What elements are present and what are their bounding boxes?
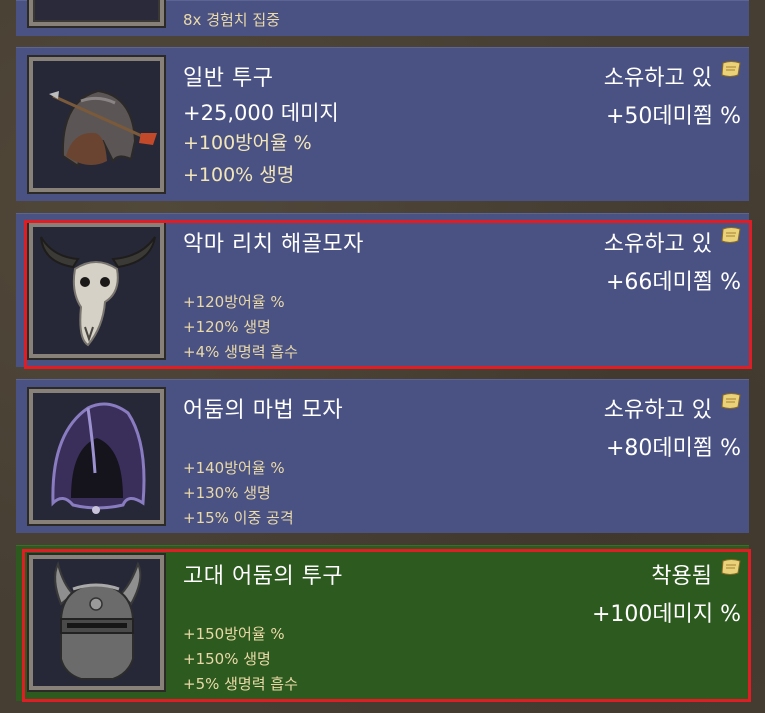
damage-bonus: +80데미쬠 %	[605, 436, 741, 461]
item-card-common-helmet[interactable]: 일반 투구 소유하고 있 +50데미쬠 % +25,000 데미지 +100방어…	[16, 47, 749, 201]
horned-helmet-icon	[33, 559, 160, 686]
item-stat: +4% 생명력 흡수	[183, 343, 298, 361]
item-icon-frame	[29, 223, 164, 358]
damage-bonus: +66데미쬠 %	[605, 270, 741, 295]
item-card-ancient-dark-helmet[interactable]: 고대 어둠의 투구 착용됨 +100데미지 % +150방어율 % +150% …	[16, 545, 749, 701]
item-card-demon-lich-skull-cap[interactable]: 악마 리치 해골모자 소유하고 있 +66데미쬠 % +120방어율 % +12…	[16, 213, 749, 367]
item-card-partial[interactable]: 8x 경험치 집중	[16, 0, 749, 36]
helmet-with-arrow-icon	[33, 61, 160, 188]
damage-bonus: +100데미지 %	[591, 602, 741, 627]
damage-bonus: +50데미쬠 %	[605, 104, 741, 129]
item-stat: +25,000 데미지	[183, 101, 339, 125]
scroll-icon[interactable]	[720, 558, 742, 576]
item-stat: +150% 생명	[183, 650, 271, 668]
item-stat: +15% 이중 공격	[183, 509, 294, 527]
item-stat: +150방어율 %	[183, 625, 285, 643]
item-stat: +5% 생명력 흡수	[183, 675, 298, 693]
item-stat: +120% 생명	[183, 318, 271, 336]
item-stat: 8x 경험치 집중	[183, 11, 280, 29]
item-name: 악마 리치 해골모자	[183, 232, 364, 257]
item-stat: +140방어율 %	[183, 459, 285, 477]
item-status: 소유하고 있	[603, 398, 712, 423]
bull-skull-icon	[33, 227, 160, 354]
item-icon-frame	[29, 0, 164, 26]
item-icon-frame	[29, 57, 164, 192]
item-icon-frame	[29, 555, 164, 690]
item-status: 소유하고 있	[603, 232, 712, 257]
item-name: 고대 어둠의 투구	[183, 564, 344, 589]
item-stat: +130% 생명	[183, 484, 271, 502]
scroll-icon[interactable]	[720, 60, 742, 78]
item-status: 착용됨	[651, 564, 712, 589]
item-name: 어둠의 마법 모자	[183, 398, 344, 423]
scroll-icon[interactable]	[720, 392, 742, 410]
purple-hood-icon	[33, 393, 160, 520]
item-stat: +120방어율 %	[183, 293, 285, 311]
item-stat: +100방어율 %	[183, 132, 312, 154]
item-status: 소유하고 있	[603, 66, 712, 91]
item-name: 일반 투구	[183, 66, 274, 91]
scroll-icon[interactable]	[720, 226, 742, 244]
item-card-dark-magic-hat[interactable]: 어둠의 마법 모자 소유하고 있 +80데미쬠 % +140방어율 % +130…	[16, 379, 749, 533]
item-icon-frame	[29, 389, 164, 524]
item-stat: +100% 생명	[183, 164, 295, 186]
